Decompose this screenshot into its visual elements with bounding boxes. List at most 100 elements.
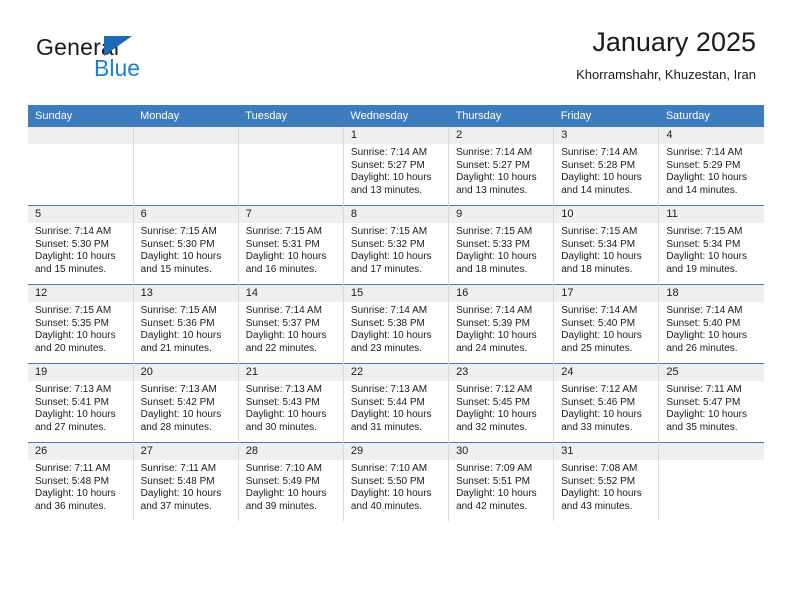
calendar-day-cell[interactable]: 23 Sunrise: 7:12 AM Sunset: 5:45 PM Dayligh… — [448, 363, 555, 443]
calendar-day-cell[interactable]: 4 Sunrise: 7:14 AM Sunset: 5:29 PM Daylight… — [658, 127, 764, 206]
calendar-day-cell[interactable]: 1 Sunrise: 7:14 AM Sunset: 5:27 PM Daylight… — [343, 127, 450, 206]
calendar-day-cell[interactable]: 28 Sunrise: 7:10 AM Sunset: 5:49 PM Dayligh… — [238, 442, 344, 521]
daylight-duration-line2: and 24 minutes. — [456, 342, 528, 354]
weekday-header-sunday: Sunday — [28, 105, 134, 127]
calendar-day-cell[interactable]: 6 Sunrise: 7:15 AM Sunset: 5:30 PM Daylight… — [133, 205, 239, 285]
day-number: 29 — [343, 443, 449, 460]
calendar-day-cell[interactable]: 20 Sunrise: 7:13 AM Sunset: 5:42 PM Dayligh… — [133, 363, 239, 443]
daylight-duration-line2: and 18 minutes. — [456, 263, 528, 275]
daylight-duration-line2: and 42 minutes. — [456, 500, 528, 512]
day-sun-info: Sunrise: 7:14 AM Sunset: 5:40 PM Daylight:… — [659, 302, 764, 355]
calendar-day-cell[interactable]: 19 Sunrise: 7:13 AM Sunset: 5:41 PM Dayligh… — [28, 363, 134, 443]
sunset-time: Sunset: 5:27 PM — [350, 159, 425, 171]
calendar-day-cell[interactable]: 25 Sunrise: 7:11 AM Sunset: 5:47 PM Dayligh… — [658, 363, 764, 443]
daylight-duration-line2: and 23 minutes. — [350, 342, 423, 354]
day-number: 5 — [28, 206, 133, 223]
weekday-header-thursday: Thursday — [448, 105, 554, 127]
calendar-day-cell[interactable]: 31 Sunrise: 7:08 AM Sunset: 5:52 PM Dayligh… — [553, 442, 660, 521]
day-number-band — [659, 443, 764, 460]
day-sun-info: Sunrise: 7:12 AM Sunset: 5:46 PM Daylight:… — [554, 381, 658, 434]
sunrise-time: Sunrise: 7:13 AM — [245, 384, 322, 395]
calendar-day-cell[interactable]: 24 Sunrise: 7:12 AM Sunset: 5:46 PM Dayligh… — [553, 363, 660, 443]
logo-triangle-icon — [104, 36, 132, 56]
daylight-duration-line2: and 37 minutes. — [140, 500, 212, 512]
calendar-day-cell[interactable]: 15 Sunrise: 7:14 AM Sunset: 5:38 PM Dayligh… — [343, 284, 450, 364]
day-sun-info: Sunrise: 7:14 AM Sunset: 5:27 PM Daylight:… — [449, 144, 553, 197]
calendar-day-cell[interactable]: 8 Sunrise: 7:15 AM Sunset: 5:32 PM Daylight… — [343, 205, 450, 285]
day-sun-info: Sunrise: 7:15 AM Sunset: 5:32 PM Daylight:… — [344, 223, 448, 276]
sunrise-time: Sunrise: 7:13 AM — [350, 384, 428, 395]
calendar-day-cell[interactable]: 21 Sunrise: 7:13 AM Sunset: 5:43 PM Dayligh… — [238, 363, 344, 443]
day-sun-info: Sunrise: 7:14 AM Sunset: 5:29 PM Daylight:… — [659, 144, 764, 197]
daylight-duration-line1: Daylight: 10 hours — [666, 251, 747, 263]
daylight-duration-line1: Daylight: 10 hours — [666, 172, 747, 184]
day-number: 13 — [133, 285, 238, 302]
day-sun-info: Sunrise: 7:10 AM Sunset: 5:50 PM Daylight:… — [344, 460, 448, 513]
day-number: 26 — [28, 443, 133, 460]
day-sun-info: Sunrise: 7:15 AM Sunset: 5:35 PM Daylight:… — [28, 302, 133, 355]
calendar-day-cell[interactable]: 17 Sunrise: 7:14 AM Sunset: 5:40 PM Dayligh… — [553, 284, 660, 364]
day-sun-info: Sunrise: 7:14 AM Sunset: 5:27 PM Daylight:… — [344, 144, 448, 197]
day-number: 22 — [343, 364, 449, 381]
sunrise-time: Sunrise: 7:14 AM — [350, 147, 428, 158]
sunset-time: Sunset: 5:30 PM — [35, 238, 109, 250]
calendar-day-cell[interactable]: 14 Sunrise: 7:14 AM Sunset: 5:37 PM Dayligh… — [238, 284, 344, 364]
sunset-time: Sunset: 5:48 PM — [140, 475, 215, 487]
daylight-duration-line1: Daylight: 10 hours — [35, 409, 116, 421]
daylight-duration-line1: Daylight: 10 hours — [456, 488, 537, 500]
sunset-time: Sunset: 5:32 PM — [350, 238, 425, 250]
daylight-duration-line2: and 40 minutes. — [350, 500, 423, 512]
day-sun-info: Sunrise: 7:11 AM Sunset: 5:47 PM Daylight:… — [659, 381, 764, 434]
sunset-time: Sunset: 5:37 PM — [245, 317, 320, 329]
sunrise-time: Sunrise: 7:15 AM — [350, 226, 428, 237]
calendar-day-cell[interactable]: 3 Sunrise: 7:14 AM Sunset: 5:28 PM Daylight… — [553, 127, 660, 206]
sunrise-time: Sunrise: 7:14 AM — [456, 147, 533, 158]
calendar-day-cell[interactable]: 16 Sunrise: 7:14 AM Sunset: 5:39 PM Dayligh… — [448, 284, 555, 364]
sunset-time: Sunset: 5:38 PM — [350, 317, 425, 329]
sunrise-time: Sunrise: 7:13 AM — [35, 384, 112, 395]
sunrise-time: Sunrise: 7:08 AM — [561, 463, 638, 474]
calendar-day-cell[interactable]: 18 Sunrise: 7:14 AM Sunset: 5:40 PM Dayligh… — [658, 284, 764, 364]
calendar-day-cell[interactable]: 5 Sunrise: 7:14 AM Sunset: 5:30 PM Daylight… — [28, 205, 134, 285]
calendar-body: 1 Sunrise: 7:14 AM Sunset: 5:27 PM Daylight… — [28, 127, 764, 521]
sunrise-time: Sunrise: 7:15 AM — [561, 226, 638, 237]
sunset-time: Sunset: 5:49 PM — [245, 475, 320, 487]
calendar-day-cell[interactable]: 11 Sunrise: 7:15 AM Sunset: 5:34 PM Dayligh… — [658, 205, 764, 285]
sunset-time: Sunset: 5:40 PM — [666, 317, 741, 329]
title-block: January 2025 Khorramshahr, Khuzestan, Ir… — [576, 26, 756, 85]
calendar-day-cell[interactable]: 30 Sunrise: 7:09 AM Sunset: 5:51 PM Dayligh… — [448, 442, 555, 521]
day-number: 8 — [343, 206, 449, 223]
sunrise-time: Sunrise: 7:14 AM — [666, 305, 743, 316]
sunrise-time: Sunrise: 7:12 AM — [456, 384, 533, 395]
calendar-week-row: 19 Sunrise: 7:13 AM Sunset: 5:41 PM Dayligh… — [28, 363, 764, 443]
calendar-day-cell[interactable]: 13 Sunrise: 7:15 AM Sunset: 5:36 PM Dayligh… — [133, 284, 239, 364]
day-sun-info: Sunrise: 7:11 AM Sunset: 5:48 PM Daylight:… — [28, 460, 133, 513]
sunset-time: Sunset: 5:31 PM — [245, 238, 320, 250]
sunset-time: Sunset: 5:52 PM — [561, 475, 636, 487]
calendar-day-cell[interactable]: 10 Sunrise: 7:15 AM Sunset: 5:34 PM Dayligh… — [553, 205, 660, 285]
daylight-duration-line2: and 36 minutes. — [35, 500, 107, 512]
calendar-day-cell[interactable]: 7 Sunrise: 7:15 AM Sunset: 5:31 PM Daylight… — [238, 205, 344, 285]
daylight-duration-line2: and 21 minutes. — [140, 342, 212, 354]
day-number: 4 — [659, 127, 764, 144]
calendar-page: General Blue January 2025 Khorramshahr, … — [0, 0, 792, 612]
day-number: 2 — [449, 127, 554, 144]
calendar-day-cell[interactable]: 2 Sunrise: 7:14 AM Sunset: 5:27 PM Daylight… — [448, 127, 555, 206]
daylight-duration-line2: and 15 minutes. — [35, 263, 107, 275]
sunrise-sunset-calendar: Sunday Monday Tuesday Wednesday Thursday… — [28, 105, 764, 521]
daylight-duration-line2: and 13 minutes. — [350, 184, 423, 196]
day-number: 21 — [238, 364, 343, 381]
calendar-cell-empty — [28, 127, 134, 206]
sunrise-time: Sunrise: 7:14 AM — [456, 305, 533, 316]
calendar-day-cell[interactable]: 26 Sunrise: 7:11 AM Sunset: 5:48 PM Dayligh… — [28, 442, 134, 521]
calendar-day-cell[interactable]: 9 Sunrise: 7:15 AM Sunset: 5:33 PM Daylight… — [448, 205, 555, 285]
calendar-day-cell[interactable]: 22 Sunrise: 7:13 AM Sunset: 5:44 PM Dayligh… — [343, 363, 450, 443]
daylight-duration-line1: Daylight: 10 hours — [245, 488, 327, 500]
calendar-day-cell[interactable]: 12 Sunrise: 7:15 AM Sunset: 5:35 PM Dayligh… — [28, 284, 134, 364]
day-sun-info: Sunrise: 7:13 AM Sunset: 5:44 PM Daylight:… — [344, 381, 448, 434]
sunrise-time: Sunrise: 7:09 AM — [456, 463, 533, 474]
day-number: 27 — [133, 443, 238, 460]
day-sun-info: Sunrise: 7:14 AM Sunset: 5:37 PM Daylight:… — [239, 302, 343, 355]
calendar-day-cell[interactable]: 27 Sunrise: 7:11 AM Sunset: 5:48 PM Dayligh… — [133, 442, 239, 521]
calendar-day-cell[interactable]: 29 Sunrise: 7:10 AM Sunset: 5:50 PM Dayligh… — [343, 442, 450, 521]
